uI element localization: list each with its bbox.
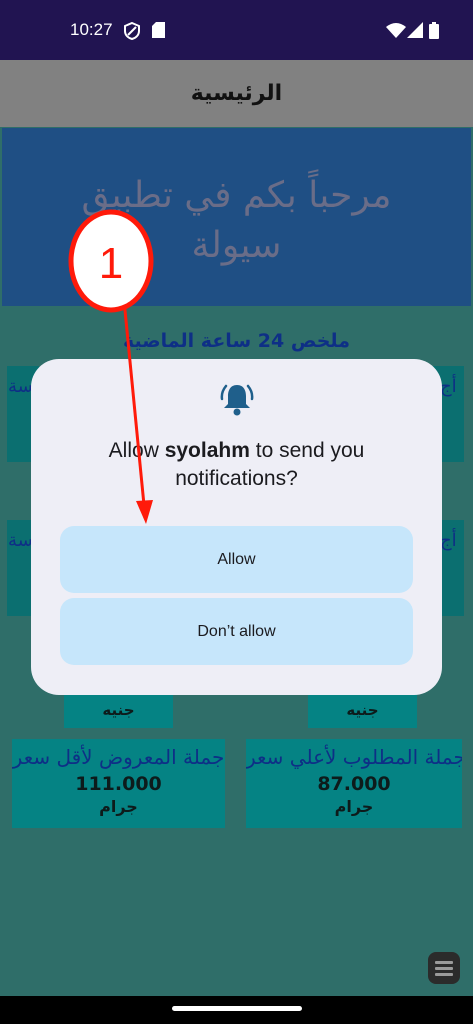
step-annotation: 1 bbox=[68, 209, 154, 524]
annotation-arrow-line bbox=[122, 299, 146, 506]
annotation-step-number: 1 bbox=[99, 239, 123, 288]
annotation-arrowhead bbox=[136, 500, 153, 524]
